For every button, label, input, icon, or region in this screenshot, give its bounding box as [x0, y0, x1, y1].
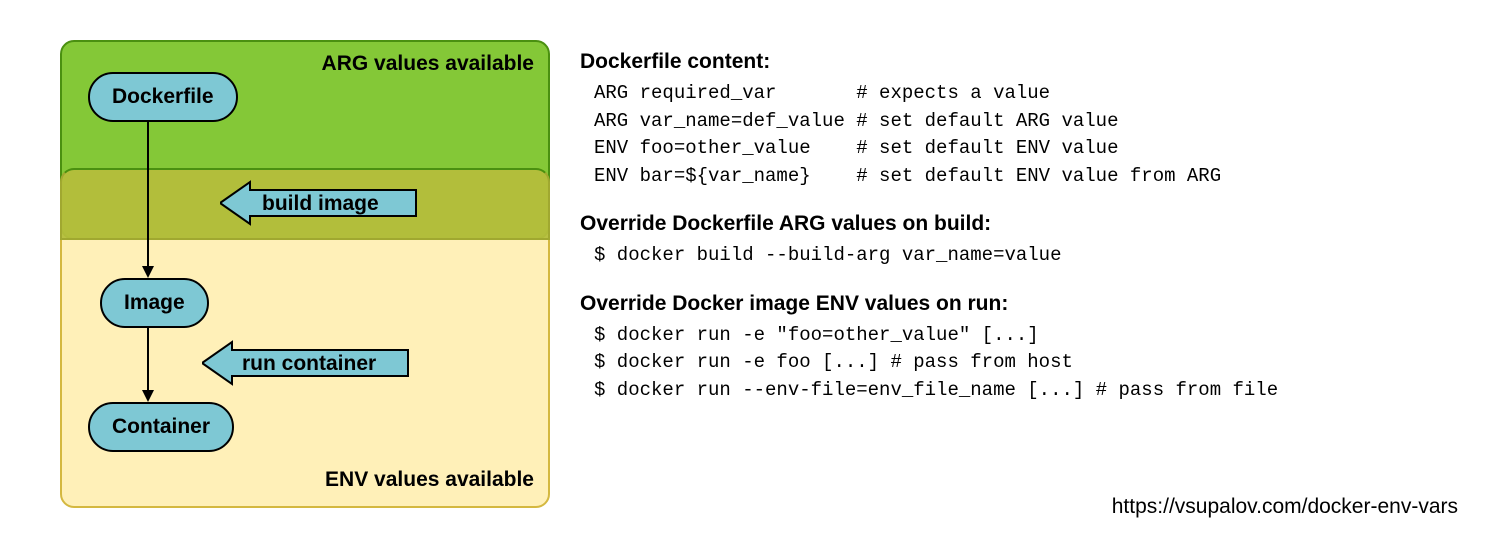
callout-build-image: build image — [220, 180, 420, 226]
node-label: Container — [112, 415, 210, 439]
code-dockerfile-content: ARG required_var # expects a value ARG v… — [594, 80, 1450, 190]
text-area: Dockerfile content: ARG required_var # e… — [580, 50, 1450, 404]
callout-run-label: run container — [242, 352, 376, 375]
code-override-build: $ docker build --build-arg var_name=valu… — [594, 242, 1450, 270]
callout-run-container: run container — [202, 340, 412, 386]
source-url: https://vsupalov.com/docker-env-vars — [1112, 495, 1458, 519]
code-override-run: $ docker run -e "foo=other_value" [...] … — [594, 322, 1450, 405]
heading-override-run: Override Docker image ENV values on run: — [580, 292, 1450, 316]
diagram-area: ENV values available ARG values availabl… — [60, 40, 550, 510]
node-container: Container — [88, 402, 234, 452]
arg-scope-label: ARG values available — [322, 52, 534, 76]
heading-dockerfile-content: Dockerfile content: — [580, 50, 1450, 74]
arrow-image-to-container — [138, 328, 158, 404]
node-image: Image — [100, 278, 209, 328]
node-dockerfile: Dockerfile — [88, 72, 238, 122]
callout-build-label: build image — [262, 192, 379, 215]
node-label: Dockerfile — [112, 85, 214, 109]
arrow-dockerfile-to-image — [138, 122, 158, 280]
heading-override-build: Override Dockerfile ARG values on build: — [580, 212, 1450, 236]
node-label: Image — [124, 291, 185, 315]
env-scope-label: ENV values available — [325, 468, 534, 492]
